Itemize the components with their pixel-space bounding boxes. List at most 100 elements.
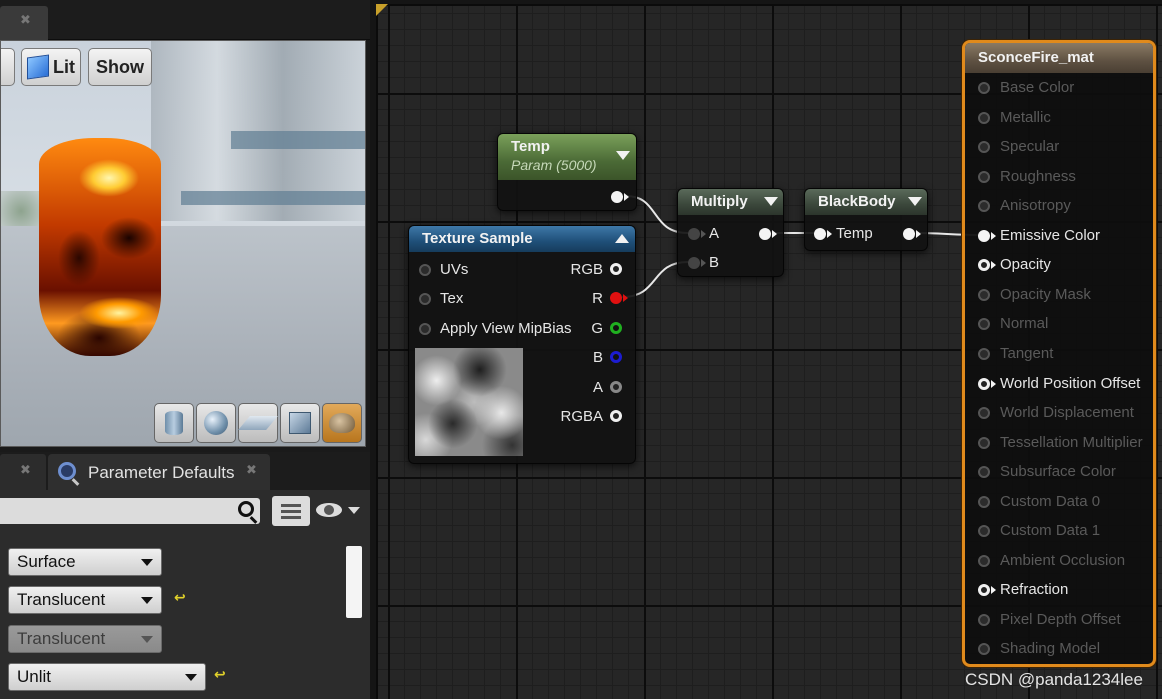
material-input-pin[interactable]	[978, 554, 990, 567]
material-input-pin[interactable]	[978, 466, 990, 479]
material-input-pin[interactable]	[978, 141, 990, 154]
viewport-tab[interactable]: ✖	[0, 6, 48, 40]
material-input-pin[interactable]	[978, 229, 990, 242]
chevron-down-icon	[185, 674, 197, 681]
cylinder-preview-button[interactable]	[154, 403, 194, 443]
search-input[interactable]	[0, 498, 260, 524]
material-domain-dropdown[interactable]: Surface	[8, 548, 162, 576]
input-pin-tex[interactable]	[419, 293, 431, 305]
node-title: SconceFire_mat	[978, 49, 1094, 66]
collapse-arrow-icon[interactable]	[764, 197, 778, 206]
material-input-pin[interactable]	[978, 170, 990, 183]
close-icon[interactable]: ✖	[20, 463, 31, 478]
lit-label: Lit	[53, 56, 75, 77]
material-input-pin[interactable]	[978, 288, 990, 301]
plane-preview-button[interactable]	[238, 403, 278, 443]
output-pin-g[interactable]	[610, 322, 622, 334]
node-multiply[interactable]: Multiply A B	[677, 188, 784, 277]
material-input-pin[interactable]	[978, 82, 990, 94]
output-pin-rgb[interactable]	[610, 263, 622, 275]
output-pin[interactable]	[759, 228, 771, 240]
close-icon[interactable]: ✖	[20, 13, 31, 28]
material-input-pin[interactable]	[978, 525, 990, 538]
tab-parameter-defaults[interactable]: Parameter Defaults ✖	[48, 454, 270, 490]
blend-mode-dropdown[interactable]: Translucent	[8, 586, 162, 614]
pin-label: RGB	[570, 261, 603, 278]
material-pin-label: Metallic	[1000, 108, 1051, 126]
visibility-filter-button[interactable]	[316, 498, 362, 524]
reset-to-default-icon[interactable]: ↩	[214, 667, 226, 683]
material-input-pin[interactable]	[978, 495, 990, 508]
show-button[interactable]: Show	[88, 48, 152, 86]
pin-label: Temp	[836, 225, 873, 242]
list-icon-bar	[281, 504, 301, 507]
pin-arrow-icon	[916, 230, 921, 238]
input-pin-mipbias[interactable]	[419, 323, 431, 335]
details-tab[interactable]: ✖	[0, 454, 46, 490]
material-input-pin[interactable]	[978, 200, 990, 213]
view-options-button[interactable]	[272, 496, 310, 526]
output-pin-a[interactable]	[610, 381, 622, 393]
pin-arrow-icon	[991, 586, 996, 595]
input-pin-uvs[interactable]	[419, 264, 431, 276]
material-input-pin[interactable]	[978, 436, 990, 449]
pin-arrow-icon	[701, 230, 706, 238]
material-input-pin[interactable]	[978, 318, 990, 331]
details-body: Surface Translucent ↩ Translucent Unlit …	[0, 490, 370, 699]
list-icon-bar	[281, 516, 301, 519]
input-pin-b[interactable]	[688, 257, 700, 269]
node-material-result[interactable]: SconceFire_mat Base Color Metallic Specula…	[962, 40, 1156, 667]
pin-label: G	[591, 320, 603, 337]
material-pin-label: Pixel Depth Offset	[1000, 610, 1121, 628]
sphere-preview-button[interactable]	[196, 403, 236, 443]
input-pin-a[interactable]	[688, 228, 700, 240]
output-pin-rgba[interactable]	[610, 410, 622, 422]
pin-label: A	[592, 379, 603, 396]
material-input-pin[interactable]	[978, 259, 990, 272]
details-tabstrip: ✖ Parameter Defaults ✖	[0, 452, 370, 490]
close-icon[interactable]: ✖	[246, 463, 257, 478]
material-input-pin[interactable]	[978, 111, 990, 124]
material-input-pin[interactable]	[978, 347, 990, 360]
material-pin-label: World Position Offset	[1000, 374, 1141, 392]
reset-to-default-icon[interactable]: ↩	[174, 590, 186, 606]
output-pin[interactable]	[903, 228, 915, 240]
node-temp-param[interactable]: Temp Param (5000)	[497, 133, 637, 211]
teapot-preview-button[interactable]	[322, 403, 362, 443]
material-input-pin[interactable]	[978, 407, 990, 420]
material-pin-label: Opacity	[1000, 256, 1051, 274]
collapse-arrow-icon[interactable]	[616, 151, 630, 160]
input-pin-temp[interactable]	[814, 228, 826, 240]
viewport-menu-button[interactable]	[1, 48, 15, 86]
material-pin-label: Tessellation Multiplier	[1000, 433, 1143, 451]
node-blackbody[interactable]: BlackBody Temp	[804, 188, 928, 251]
list-icon-bar	[281, 510, 301, 513]
pin-arrow-icon	[991, 231, 996, 240]
output-pin-r[interactable]	[610, 292, 622, 304]
collapse-arrow-icon[interactable]	[908, 197, 922, 206]
details-scrollbar[interactable]	[346, 546, 362, 618]
cube-preview-button[interactable]	[280, 403, 320, 443]
output-pin[interactable]	[611, 191, 623, 203]
node-header: BlackBody	[805, 189, 927, 215]
output-pin-b[interactable]	[610, 351, 622, 363]
shading-model-dropdown[interactable]: Unlit	[8, 663, 206, 691]
material-pin-label: Base Color	[1000, 79, 1075, 96]
collapse-arrow-icon[interactable]	[615, 234, 629, 243]
material-pin-label: Shading Model	[1000, 640, 1101, 658]
material-input-pin[interactable]	[978, 377, 990, 390]
material-input-pin[interactable]	[978, 584, 990, 597]
lit-button[interactable]: Lit	[21, 48, 81, 86]
watermark: CSDN @panda1234lee	[965, 670, 1143, 689]
material-input-pin[interactable]	[978, 613, 990, 626]
pin-arrow-icon	[827, 230, 832, 238]
preview-viewport[interactable]: Lit Show	[0, 40, 366, 447]
show-label: Show	[96, 56, 144, 77]
node-header: Multiply	[678, 189, 783, 215]
pin-arrow-icon	[772, 230, 777, 238]
material-pin-label: Custom Data 0	[1000, 492, 1101, 510]
pin-label: B	[592, 349, 603, 366]
node-texture-sample[interactable]: Texture Sample UVs Tex Apply View MipBia…	[408, 225, 636, 464]
material-input-pin[interactable]	[978, 643, 990, 656]
pin-arrow-icon	[701, 259, 706, 267]
